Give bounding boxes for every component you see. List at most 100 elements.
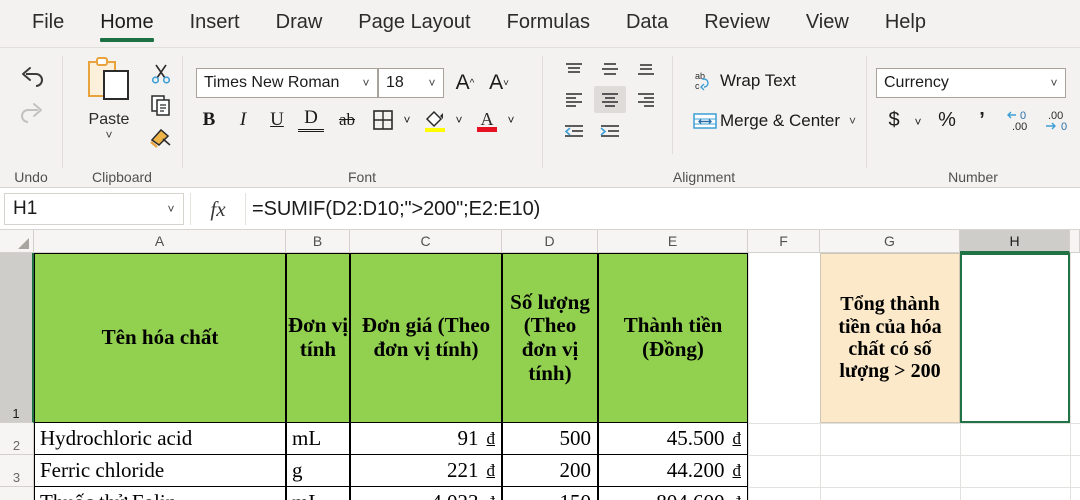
- tab-view[interactable]: View: [788, 7, 867, 42]
- paste-label: Paste: [88, 111, 130, 128]
- currency-format-button[interactable]: $: [880, 104, 908, 136]
- cell-d3[interactable]: 200: [502, 455, 598, 487]
- align-middle-icon[interactable]: [594, 56, 626, 83]
- tab-help[interactable]: Help: [867, 7, 944, 42]
- row-header-3[interactable]: 3: [0, 455, 34, 487]
- column-header-a[interactable]: A: [34, 230, 286, 253]
- cell-c4[interactable]: 4.023 đ: [350, 487, 502, 500]
- header-line: Đơn giá (Theo: [361, 313, 491, 338]
- wrap-text-button[interactable]: ab c Wrap Text: [690, 66, 796, 96]
- ribbon-group-font: Times New Roman ˅ 18 ˅ A ^ A ˅ B I U D ab …: [182, 48, 542, 188]
- tab-data[interactable]: Data: [608, 7, 686, 42]
- column-header-c[interactable]: C: [350, 230, 502, 253]
- font-size-select[interactable]: 18 ˅: [378, 68, 444, 98]
- row-header-4[interactable]: 4: [0, 487, 34, 500]
- cell-c2[interactable]: 91 đ: [350, 423, 502, 455]
- cell-a4[interactable]: Thuốc thử Folin: [34, 487, 286, 500]
- decrease-indent-icon[interactable]: [558, 118, 590, 145]
- decrease-decimal-icon[interactable]: .00 0: [1040, 104, 1074, 136]
- header-cell-d1[interactable]: Số lượng (Theo đơn vị tính): [502, 253, 598, 423]
- align-left-icon[interactable]: [558, 86, 590, 113]
- column-header-e[interactable]: E: [598, 230, 748, 253]
- cell-c3[interactable]: 221 đ: [350, 455, 502, 487]
- bold-button[interactable]: B: [196, 104, 222, 136]
- strikethrough-button[interactable]: ab: [332, 104, 362, 136]
- header-cell-c1[interactable]: Đơn giá (Theo đơn vị tính): [350, 253, 502, 423]
- chevron-down-icon[interactable]: ˅: [105, 129, 112, 141]
- alignment-inner-divider: [672, 56, 673, 154]
- fill-color-icon[interactable]: [420, 104, 450, 136]
- chevron-down-icon[interactable]: ˅: [398, 104, 416, 136]
- cell-b4[interactable]: mL: [286, 487, 350, 500]
- align-right-icon[interactable]: [630, 86, 662, 113]
- cell-b3[interactable]: g: [286, 455, 350, 487]
- chevron-down-icon[interactable]: ˅: [450, 104, 468, 136]
- underline-button[interactable]: U: [264, 104, 290, 136]
- merge-center-button[interactable]: Merge & Center ˅: [690, 106, 856, 136]
- cell-e3[interactable]: 44.200 đ: [598, 455, 748, 487]
- tab-page-layout[interactable]: Page Layout: [340, 7, 488, 42]
- formula-input[interactable]: =SUMIF(D2:D10;">200";E2:E10): [252, 193, 1076, 225]
- row-header-2[interactable]: 2: [0, 423, 34, 455]
- paste-button[interactable]: Paste ˅: [76, 56, 142, 158]
- column-header-b[interactable]: B: [286, 230, 350, 253]
- tab-formulas[interactable]: Formulas: [489, 7, 608, 42]
- header-cell-e1[interactable]: Thành tiền (Đồng): [598, 253, 748, 423]
- cell-b2[interactable]: mL: [286, 423, 350, 455]
- column-header-h[interactable]: H: [960, 230, 1070, 253]
- font-color-icon[interactable]: A: [472, 104, 502, 136]
- chevron-down-icon[interactable]: ˅: [1043, 76, 1065, 90]
- column-header-g[interactable]: G: [820, 230, 960, 253]
- number-format-select[interactable]: Currency ˅: [876, 68, 1066, 98]
- align-center-icon[interactable]: [594, 86, 626, 113]
- cell-a3[interactable]: Ferric chloride: [34, 455, 286, 487]
- chevron-down-icon[interactable]: ˅: [421, 76, 443, 90]
- chevron-down-icon[interactable]: ˅: [159, 202, 183, 216]
- increase-indent-icon[interactable]: [594, 118, 626, 145]
- cell-e4[interactable]: 804.600 đ: [598, 487, 748, 500]
- group-label-clipboard: Clipboard: [92, 169, 152, 185]
- name-box[interactable]: H1 ˅: [4, 193, 184, 225]
- increase-decimal-icon[interactable]: 0 .00: [1002, 104, 1036, 136]
- tab-draw[interactable]: Draw: [258, 7, 341, 42]
- cell-d4[interactable]: 150: [502, 487, 598, 500]
- tab-review[interactable]: Review: [686, 7, 788, 42]
- font-name-select[interactable]: Times New Roman ˅: [196, 68, 378, 98]
- increase-font-size-icon[interactable]: A ^: [450, 68, 480, 98]
- tab-file[interactable]: File: [14, 7, 82, 42]
- italic-button[interactable]: I: [230, 104, 256, 136]
- column-header-i[interactable]: [1070, 230, 1080, 253]
- format-painter-icon[interactable]: [146, 122, 176, 152]
- cut-icon[interactable]: [146, 58, 176, 88]
- tab-insert[interactable]: Insert: [172, 7, 258, 42]
- copy-icon[interactable]: [146, 90, 176, 120]
- select-all-corner[interactable]: [0, 230, 34, 253]
- cell-e2[interactable]: 45.500 đ: [598, 423, 748, 455]
- row-header-1[interactable]: 1: [0, 253, 34, 423]
- header-cell-g1[interactable]: Tổng thành tiền của hóa chất có số lượng…: [820, 253, 960, 423]
- chevron-down-icon[interactable]: ˅: [849, 114, 856, 128]
- redo-icon[interactable]: [14, 98, 50, 132]
- column-header-d[interactable]: D: [502, 230, 598, 253]
- chevron-down-icon[interactable]: ˅: [908, 106, 928, 138]
- selected-cell-h1[interactable]: [960, 253, 1070, 423]
- decrease-font-size-icon[interactable]: A ˅: [484, 68, 514, 98]
- chevron-down-icon[interactable]: ˅: [355, 76, 377, 90]
- undo-icon[interactable]: [14, 62, 50, 96]
- header-cell-a1[interactable]: Tên hóa chất: [34, 253, 286, 423]
- percent-style-button[interactable]: %: [932, 104, 962, 136]
- borders-icon[interactable]: [368, 104, 398, 136]
- align-top-icon[interactable]: [558, 56, 590, 83]
- cell-a2[interactable]: Hydrochloric acid: [34, 423, 286, 455]
- insert-function-icon[interactable]: fx: [190, 193, 246, 225]
- comma-style-button[interactable]: ’: [968, 104, 996, 136]
- double-underline-button[interactable]: D: [298, 106, 324, 132]
- align-bottom-icon[interactable]: [630, 56, 662, 83]
- header-line: chất có số: [848, 338, 932, 360]
- price-value: 91: [457, 426, 479, 450]
- column-header-f[interactable]: F: [748, 230, 820, 253]
- chevron-down-icon[interactable]: ˅: [502, 104, 520, 136]
- header-cell-b1[interactable]: Đơn vị tính: [286, 253, 350, 423]
- cell-d2[interactable]: 500: [502, 423, 598, 455]
- tab-home[interactable]: Home: [82, 7, 171, 42]
